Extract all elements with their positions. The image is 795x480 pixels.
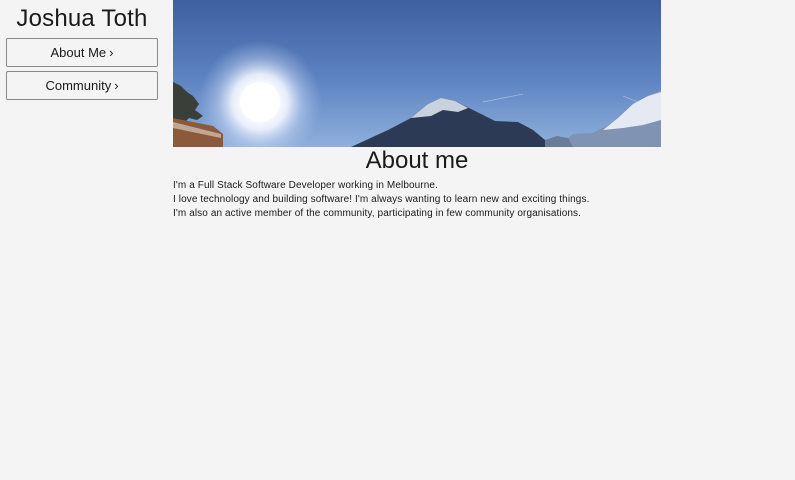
about-me-label: About Me — [50, 45, 107, 60]
community-button[interactable]: Community › — [6, 71, 158, 100]
bio-line: I love technology and building software!… — [173, 194, 590, 205]
main-content: About me I'm a Full Stack Software Devel… — [173, 0, 661, 221]
community-label: Community — [45, 78, 112, 93]
bio-line: I'm a Full Stack Software Developer work… — [173, 180, 438, 191]
sidebar: Joshua Toth About Me › Community › — [6, 0, 158, 100]
site-name: Joshua Toth — [16, 5, 148, 32]
chevron-right-icon: › — [109, 45, 114, 60]
about-me-button[interactable]: About Me › — [6, 38, 158, 67]
page: Joshua Toth About Me › Community › About… — [0, 0, 795, 480]
about-heading: About me — [365, 147, 469, 174]
chevron-right-icon: › — [114, 78, 119, 93]
bio-text: I'm a Full Stack Software Developer work… — [173, 179, 661, 221]
bio-line: I'm also an active member of the communi… — [173, 208, 582, 219]
hero-image — [173, 0, 661, 147]
